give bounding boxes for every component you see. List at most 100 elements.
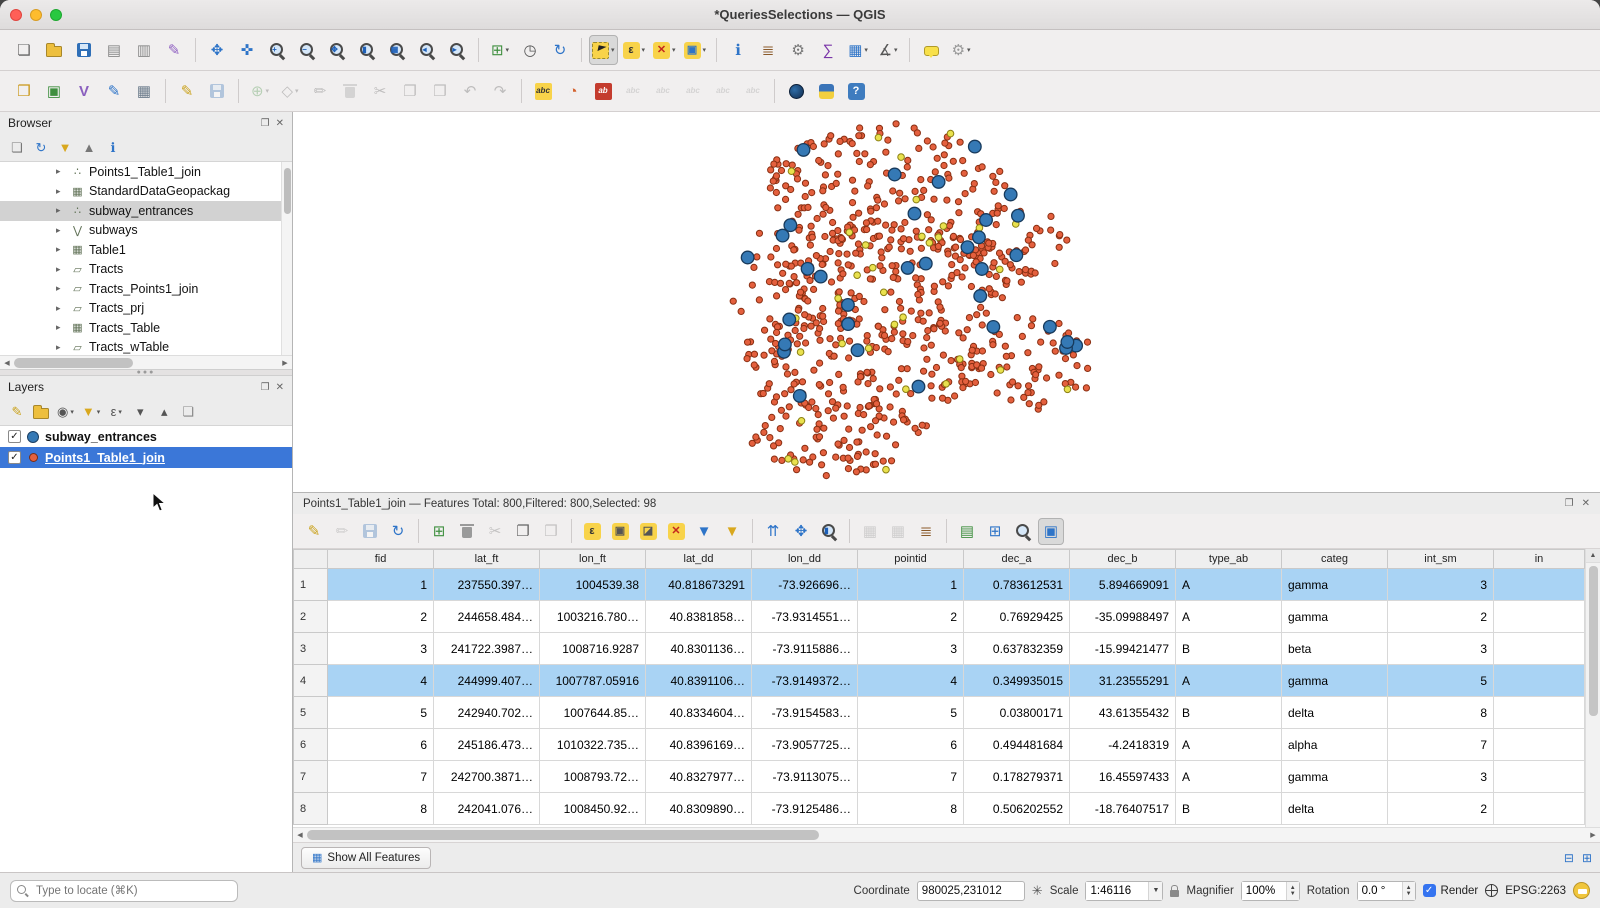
layout-manager-button[interactable]: ▥ xyxy=(130,35,158,65)
expand-panel-icon[interactable]: ⊞ xyxy=(1582,851,1592,865)
close-attribute-panel-icon[interactable]: ✕ xyxy=(1582,498,1590,509)
filter-features-button[interactable]: ▼ xyxy=(719,518,745,545)
row-number[interactable]: 1 xyxy=(293,568,328,601)
cell-lat_ft[interactable]: 244658.484… xyxy=(433,600,540,633)
style-manager-button[interactable]: ✎ xyxy=(160,35,188,65)
minimize-window-button[interactable] xyxy=(30,8,42,21)
browser-item-Table1[interactable]: ▸ ▦ Table1 xyxy=(0,240,292,260)
copy-selected-rows-button[interactable]: ❐ xyxy=(510,518,536,545)
column-header-categ[interactable]: categ xyxy=(1281,549,1388,569)
zoom-last-button[interactable]: ◂ xyxy=(413,35,441,65)
data-source-manager-button[interactable]: ❒ xyxy=(10,76,38,106)
help-button[interactable]: ? xyxy=(842,76,870,106)
lock-scale-icon[interactable] xyxy=(1170,885,1180,897)
attribute-table-hscrollbar[interactable]: ◀ ▶ xyxy=(293,827,1600,842)
chevron-down-icon[interactable]: ▼ xyxy=(1148,881,1163,900)
column-header-lat_ft[interactable]: lat_ft xyxy=(433,549,540,569)
filter-by-expression-button[interactable]: ε ▾ xyxy=(105,401,127,423)
scroll-thumb[interactable] xyxy=(284,168,291,214)
enable-properties-button[interactable]: ℹ xyxy=(102,137,124,159)
zoom-in-button[interactable]: + xyxy=(263,35,291,65)
cell-dec_b[interactable]: -15.99421477 xyxy=(1069,632,1176,665)
new-print-layout-button[interactable]: ▤ xyxy=(100,35,128,65)
pan-map-button[interactable]: ✥ xyxy=(203,35,231,65)
cell-lon_dd[interactable]: -73.9314551… xyxy=(751,600,858,633)
scroll-thumb[interactable] xyxy=(307,830,819,840)
label-show-hide-button[interactable]: abc xyxy=(649,76,677,106)
cut-row-button[interactable]: ✂ xyxy=(482,518,508,545)
cell-fid[interactable]: 2 xyxy=(327,600,434,633)
cell-lat_ft[interactable]: 242940.702… xyxy=(433,696,540,729)
deselect-features-button[interactable]: ✕ ▾ xyxy=(650,35,679,65)
processing-toolbox-button[interactable]: ⚙ xyxy=(784,35,812,65)
cell-dec_a[interactable]: 0.349935015 xyxy=(963,664,1070,697)
column-header-lon_dd[interactable]: lon_dd xyxy=(751,549,858,569)
cell-lon_dd[interactable]: -73.9149372… xyxy=(751,664,858,697)
zoom-out-button[interactable]: − xyxy=(293,35,321,65)
column-header-dec_a[interactable]: dec_a xyxy=(963,549,1070,569)
dock-attribute-table-button[interactable]: ⊞ xyxy=(982,518,1008,545)
magnifier-input[interactable] xyxy=(1241,881,1286,900)
cell-type_ab[interactable]: A xyxy=(1175,728,1282,761)
cell-lon_ft[interactable]: 1003216.780… xyxy=(539,600,646,633)
browser-item-Tracts_prj[interactable]: ▸ ▱ Tracts_prj xyxy=(0,299,292,319)
select-features-button[interactable]: ▾ xyxy=(589,35,618,65)
coordinate-input[interactable] xyxy=(916,880,1025,901)
select-by-expression-button[interactable]: ε ▾ xyxy=(620,35,649,65)
column-header-lat_dd[interactable]: lat_dd xyxy=(645,549,752,569)
extents-toggle-icon[interactable]: ✳ xyxy=(1032,883,1043,899)
select-all-button[interactable]: ▣ xyxy=(607,518,633,545)
label-single-button[interactable]: ab xyxy=(589,76,617,106)
scroll-up-icon[interactable]: ▲ xyxy=(1586,549,1600,563)
scroll-left-icon[interactable]: ◀ xyxy=(0,359,14,367)
deselect-all-button[interactable]: ✕ xyxy=(663,518,689,545)
cell-dec_b[interactable]: -35.09988497 xyxy=(1069,600,1176,633)
cell-dec_a[interactable]: 0.494481684 xyxy=(963,728,1070,761)
cell-lon_dd[interactable]: -73.9125486… xyxy=(751,792,858,825)
attribute-table-vscrollbar[interactable]: ▲ xyxy=(1585,549,1600,827)
cell-dec_b[interactable]: -4.2418319 xyxy=(1069,728,1176,761)
cell-categ[interactable]: beta xyxy=(1281,632,1388,665)
cell-fid[interactable]: 4 xyxy=(327,664,434,697)
label-pin-button[interactable]: abc xyxy=(619,76,647,106)
layer-diagram-button[interactable]: ◔ xyxy=(559,76,587,106)
collapse-all-button[interactable]: ▲ xyxy=(78,137,100,159)
cell-lat_dd[interactable]: 40.8396169… xyxy=(645,728,752,761)
cell-dec_a[interactable]: 0.783612531 xyxy=(963,568,1070,601)
cell-dec_a[interactable]: 0.03800171 xyxy=(963,696,1070,729)
remove-layer-button[interactable]: ❏ xyxy=(177,401,199,423)
browser-item-Points1_Table1_join[interactable]: ▸ ∴ Points1_Table1_join xyxy=(0,162,292,182)
column-header-int_sm[interactable]: int_sm xyxy=(1387,549,1494,569)
zoom-to-selection-button[interactable]: ▮ xyxy=(353,35,381,65)
expand-icon[interactable]: ▸ xyxy=(56,166,66,177)
cell-in[interactable] xyxy=(1493,568,1585,601)
cell-categ[interactable]: gamma xyxy=(1281,664,1388,697)
zoom-to-layer-button[interactable]: ▦ xyxy=(383,35,411,65)
dock-panel-icon[interactable]: ⊟ xyxy=(1564,851,1574,865)
scale-input[interactable] xyxy=(1086,881,1149,900)
identify-features-button[interactable]: ℹ xyxy=(724,35,752,65)
cell-categ[interactable]: delta xyxy=(1281,792,1388,825)
cell-lon_ft[interactable]: 1004539.38 xyxy=(539,568,646,601)
new-spatialite-layer-button[interactable]: ✎ xyxy=(100,76,128,106)
close-browser-panel-icon[interactable]: ✕ xyxy=(276,118,284,129)
scroll-right-icon[interactable]: ▶ xyxy=(1586,831,1600,839)
browser-vscrollbar[interactable] xyxy=(281,162,292,355)
redo-button[interactable]: ↷ xyxy=(486,76,514,106)
search-widget-button[interactable] xyxy=(1010,518,1036,545)
cell-dec_b[interactable]: -18.76407517 xyxy=(1069,792,1176,825)
expand-all-button[interactable]: ▾ xyxy=(129,401,151,423)
zoom-next-button[interactable]: ▸ xyxy=(443,35,471,65)
collapse-all-layers-button[interactable]: ▴ xyxy=(153,401,175,423)
label-move-button[interactable]: abc xyxy=(679,76,707,106)
modify-attributes-button[interactable]: ✏ xyxy=(306,76,334,106)
new-shapefile-layer-button[interactable]: V xyxy=(70,76,98,106)
panel-splitter[interactable]: ●●● xyxy=(0,369,292,376)
cell-dec_b[interactable]: 5.894669091 xyxy=(1069,568,1176,601)
expand-icon[interactable]: ▸ xyxy=(56,225,66,236)
float-browser-panel-icon[interactable]: ❐ xyxy=(261,118,270,129)
new-map-view-button[interactable]: ⊞ ▾ xyxy=(486,35,514,65)
plugin-options-button[interactable]: ⚙ ▾ xyxy=(947,35,975,65)
cell-pointid[interactable]: 8 xyxy=(857,792,964,825)
cell-in[interactable] xyxy=(1493,760,1585,793)
